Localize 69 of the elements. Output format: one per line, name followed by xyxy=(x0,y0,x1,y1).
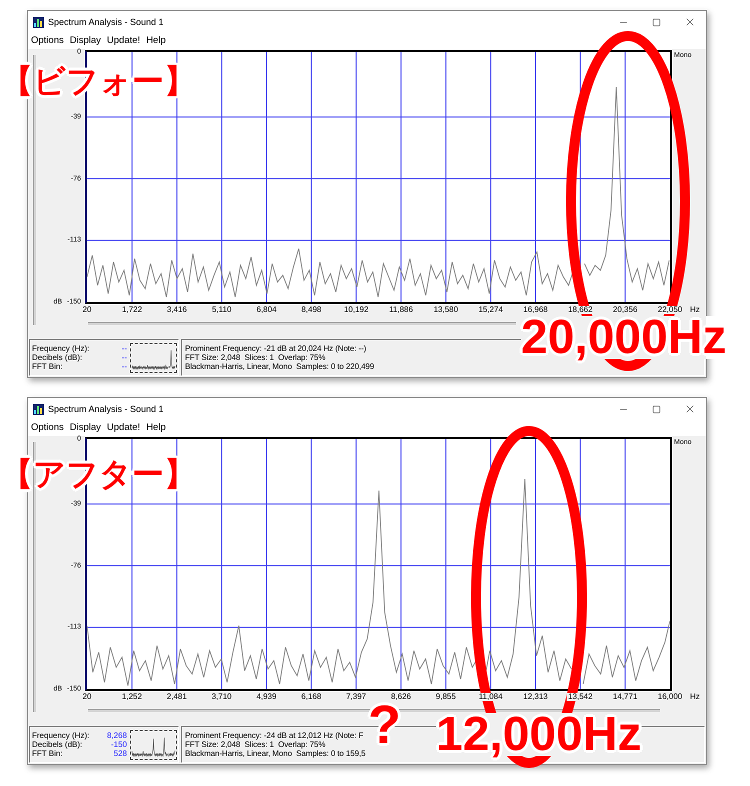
slider-track[interactable] xyxy=(32,55,36,325)
readout-label: Decibels (dB): xyxy=(32,353,82,362)
spectrum-thumbnail xyxy=(130,342,177,372)
menu-item[interactable]: Update! xyxy=(106,423,140,433)
x-tick-label: 22,050 xyxy=(656,306,684,314)
x-tick-label: 9,855 xyxy=(434,693,457,701)
readout-value: -- xyxy=(122,353,127,362)
x-tick-label: 14,771 xyxy=(612,693,638,701)
bar-chart-icon xyxy=(33,16,44,28)
window-title: Spectrum Analysis - Sound 1 xyxy=(48,18,164,26)
x-tick-label: 20 xyxy=(82,693,92,701)
x-tick-label: 6,168 xyxy=(300,693,322,701)
readout-label: Frequency (Hz): xyxy=(32,344,90,353)
x-tick-label: 16,000 xyxy=(656,693,684,701)
x-tick-label: 3,710 xyxy=(210,693,233,701)
x-tick-label: 6,804 xyxy=(256,306,278,314)
x-tick-label: 2,481 xyxy=(166,693,188,701)
readout-label: FFT Bin: xyxy=(32,362,63,371)
x-tick-label: 16,968 xyxy=(522,306,549,314)
x-tick-label: 7,397 xyxy=(345,693,368,701)
x-tick-label: 18,662 xyxy=(567,306,594,314)
bar-chart-icon xyxy=(33,404,44,414)
maximize-icon xyxy=(652,18,661,26)
readout-value: -150 xyxy=(110,740,127,749)
x-tick-label: 11,886 xyxy=(388,306,414,314)
menu-item[interactable]: Update! xyxy=(106,36,140,46)
x-tick-label: 12,313 xyxy=(522,693,549,701)
readout-value: -- xyxy=(122,362,127,371)
menu-item[interactable]: Help xyxy=(146,423,166,433)
axis-unit-label: Hz xyxy=(690,693,700,701)
maximize-icon xyxy=(652,404,661,414)
slider-track[interactable] xyxy=(88,322,516,325)
x-tick-label: 15,274 xyxy=(477,306,504,314)
menu-item[interactable]: Options xyxy=(31,36,64,46)
x-tick-label: 8,498 xyxy=(300,306,322,314)
readout-value: 8,268 xyxy=(106,731,127,740)
x-tick-label: 20,356 xyxy=(612,306,638,314)
menu-item[interactable]: Display xyxy=(70,423,101,433)
x-tick-label: 5,110 xyxy=(210,306,232,314)
info-text: Prominent Frequency: -21 dB at 20,024 Hz (Note: --) xyxy=(185,344,366,353)
axis-unit-label: Hz xyxy=(690,306,700,314)
slider-track[interactable] xyxy=(32,442,36,712)
x-tick-label: 11,084 xyxy=(478,693,504,701)
x-tick-label: 4,939 xyxy=(255,693,278,701)
x-tick-label: 8,626 xyxy=(390,693,412,701)
frequency-label: 20,000Hz xyxy=(521,316,726,360)
window-title: Spectrum Analysis - Sound 1 xyxy=(48,404,164,414)
info-text: Blackman-Harris, Linear, Mono Samples: 0 to 159,5 xyxy=(185,749,366,758)
x-tick-label: 10,192 xyxy=(342,306,370,314)
menu-item[interactable]: Options xyxy=(31,423,64,433)
info-text: FFT Size: 2,048 Slices: 1 Overlap: 75% xyxy=(185,353,326,362)
readout-label: Decibels (dB): xyxy=(32,740,82,749)
readout-value: 528 xyxy=(114,749,127,758)
x-tick-label: 20 xyxy=(82,306,92,314)
info-text: Blackman-Harris, Linear, Mono Samples: 0 to 220,499 xyxy=(185,362,374,371)
x-tick-label: 1,252 xyxy=(120,693,143,701)
menu-item[interactable]: Help xyxy=(146,36,166,46)
x-tick-label: 13,580 xyxy=(432,306,460,314)
readout-label: Frequency (Hz): xyxy=(32,731,90,740)
info-text: FFT Size: 2,048 Slices: 1 Overlap: 75% xyxy=(185,740,326,749)
info-text: Prominent Frequency: -24 dB at 12,012 Hz (Note: F xyxy=(185,731,364,740)
x-tick-label: 13,542 xyxy=(567,693,594,701)
menu-item[interactable]: Display xyxy=(70,36,101,46)
readout-label: FFT Bin: xyxy=(32,749,63,758)
spectrum-thumbnail xyxy=(130,730,177,760)
readout-value: -- xyxy=(122,344,127,353)
frequency-label: 12,000Hz xyxy=(436,713,642,756)
x-tick-label: 1,722 xyxy=(121,306,144,314)
x-tick-label: 3,416 xyxy=(166,306,188,314)
